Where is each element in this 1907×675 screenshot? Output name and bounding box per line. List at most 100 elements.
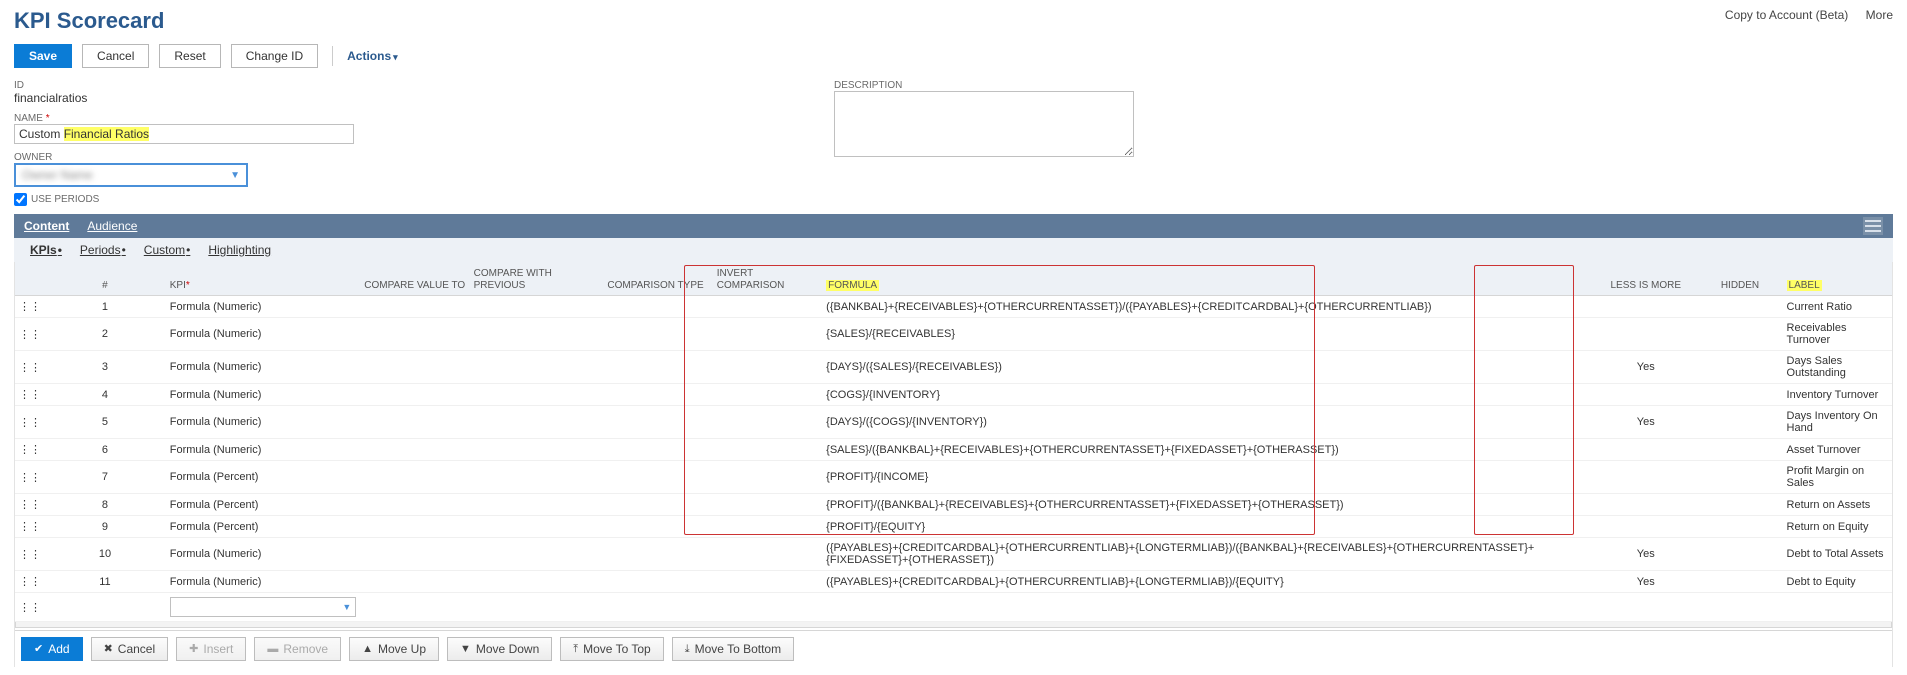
insert-row-button[interactable]: ✚Insert bbox=[176, 637, 246, 661]
row-comparison-type bbox=[603, 494, 712, 516]
row-label: Debt to Total Assets bbox=[1783, 538, 1892, 571]
table-row[interactable]: ⋮⋮6Formula (Numeric){SALES}/({BANKBAL}+{… bbox=[15, 439, 1892, 461]
reset-button[interactable]: Reset bbox=[159, 44, 220, 68]
panel-menu-icon[interactable] bbox=[1863, 217, 1883, 235]
row-formula: {PROFIT}/{INCOME} bbox=[822, 461, 1594, 494]
col-label[interactable]: LABEL bbox=[1783, 262, 1892, 296]
add-row-button[interactable]: ✔Add bbox=[21, 637, 83, 661]
table-row[interactable]: ⋮⋮7Formula (Percent){PROFIT}/{INCOME}Pro… bbox=[15, 461, 1892, 494]
table-row[interactable]: ⋮⋮5Formula (Numeric){DAYS}/({COGS}/{INVE… bbox=[15, 406, 1892, 439]
tab-audience[interactable]: Audience bbox=[87, 219, 137, 233]
row-formula: ({PAYABLES}+{CREDITCARDBAL}+{OTHERCURREN… bbox=[822, 538, 1594, 571]
minus-icon: ▬ bbox=[267, 644, 278, 655]
row-compare-with-previous bbox=[470, 461, 604, 494]
use-periods-checkbox[interactable] bbox=[14, 193, 27, 206]
row-comparison-type bbox=[603, 571, 712, 593]
row-compare-value-to bbox=[360, 516, 469, 538]
row-hidden bbox=[1697, 516, 1782, 538]
row-hidden bbox=[1697, 406, 1782, 439]
tabs-bar: Content Audience bbox=[14, 214, 1893, 238]
row-hidden bbox=[1697, 538, 1782, 571]
description-textarea[interactable] bbox=[834, 91, 1134, 157]
drag-handle-icon[interactable]: ⋮⋮ bbox=[15, 461, 44, 494]
row-invert-comparison bbox=[713, 439, 822, 461]
tab-content[interactable]: Content bbox=[24, 219, 69, 233]
row-comparison-type bbox=[603, 351, 712, 384]
row-invert-comparison bbox=[713, 384, 822, 406]
cancel-row-button[interactable]: ✖Cancel bbox=[91, 637, 169, 661]
col-number[interactable]: # bbox=[44, 262, 166, 296]
col-compare-value-to[interactable]: COMPARE VALUE TO bbox=[360, 262, 469, 296]
row-number: 9 bbox=[44, 516, 166, 538]
drag-handle-icon[interactable]: ⋮⋮ bbox=[15, 494, 44, 516]
table-row[interactable]: ⋮⋮4Formula (Numeric){COGS}/{INVENTORY}In… bbox=[15, 384, 1892, 406]
row-invert-comparison bbox=[713, 296, 822, 318]
arrow-bottom-icon: ⤓ bbox=[685, 644, 690, 655]
drag-handle-icon[interactable]: ⋮⋮ bbox=[15, 406, 44, 439]
move-to-bottom-button[interactable]: ⤓Move To Bottom bbox=[672, 637, 794, 661]
col-hidden[interactable]: HIDDEN bbox=[1697, 262, 1782, 296]
row-compare-with-previous bbox=[470, 384, 604, 406]
copy-to-account-link[interactable]: Copy to Account (Beta) bbox=[1725, 8, 1848, 22]
name-label: NAME * bbox=[14, 113, 774, 124]
subtab-highlighting[interactable]: Highlighting bbox=[208, 243, 271, 257]
subtab-custom[interactable]: Custom• bbox=[144, 243, 191, 257]
new-row-kpi-select[interactable]: ▼ bbox=[170, 597, 357, 617]
row-hidden bbox=[1697, 461, 1782, 494]
move-to-top-button[interactable]: ⤒Move To Top bbox=[560, 637, 663, 661]
move-down-button[interactable]: ▼Move Down bbox=[447, 637, 552, 661]
row-less-is-more bbox=[1594, 296, 1697, 318]
subtab-periods[interactable]: Periods• bbox=[80, 243, 126, 257]
subtab-kpis[interactable]: KPIs• bbox=[30, 243, 62, 257]
drag-handle-icon[interactable]: ⋮⋮ bbox=[15, 439, 44, 461]
drag-handle-icon[interactable]: ⋮⋮ bbox=[15, 571, 44, 593]
row-formula: {SALES}/{RECEIVABLES} bbox=[822, 318, 1594, 351]
drag-handle-icon[interactable]: ⋮⋮ bbox=[15, 538, 44, 571]
drag-handle-icon[interactable]: ⋮⋮ bbox=[15, 318, 44, 351]
move-up-button[interactable]: ▲Move Up bbox=[349, 637, 439, 661]
name-input[interactable]: Custom Financial Ratios bbox=[14, 124, 354, 144]
plus-icon: ✚ bbox=[189, 644, 198, 655]
row-compare-value-to bbox=[360, 318, 469, 351]
table-row[interactable]: ⋮⋮3Formula (Numeric){DAYS}/({SALES}/{REC… bbox=[15, 351, 1892, 384]
drag-handle-icon[interactable]: ⋮⋮ bbox=[15, 593, 44, 622]
row-formula: {COGS}/{INVENTORY} bbox=[822, 384, 1594, 406]
new-row[interactable]: ⋮⋮ ▼ bbox=[15, 593, 1892, 622]
col-kpi[interactable]: KPI* bbox=[166, 262, 361, 296]
owner-label: OWNER bbox=[14, 152, 774, 163]
row-comparison-type bbox=[603, 384, 712, 406]
remove-row-button[interactable]: ▬Remove bbox=[254, 637, 341, 661]
table-row[interactable]: ⋮⋮11Formula (Numeric)({PAYABLES}+{CREDIT… bbox=[15, 571, 1892, 593]
arrow-top-icon: ⤒ bbox=[573, 644, 578, 655]
drag-handle-icon[interactable]: ⋮⋮ bbox=[15, 516, 44, 538]
col-invert-comparison[interactable]: INVERT COMPARISON bbox=[713, 262, 822, 296]
more-link[interactable]: More bbox=[1866, 8, 1893, 22]
row-compare-with-previous bbox=[470, 494, 604, 516]
table-row[interactable]: ⋮⋮10Formula (Numeric)({PAYABLES}+{CREDIT… bbox=[15, 538, 1892, 571]
drag-handle-icon[interactable]: ⋮⋮ bbox=[15, 351, 44, 384]
save-button[interactable]: Save bbox=[14, 44, 72, 68]
col-comparison-type[interactable]: COMPARISON TYPE bbox=[603, 262, 712, 296]
cancel-button[interactable]: Cancel bbox=[82, 44, 149, 68]
actions-menu[interactable]: Actions▾ bbox=[347, 49, 398, 63]
table-row[interactable]: ⋮⋮8Formula (Percent){PROFIT}/({BANKBAL}+… bbox=[15, 494, 1892, 516]
owner-select[interactable]: Owner Name ▼ bbox=[14, 163, 248, 187]
drag-handle-icon[interactable]: ⋮⋮ bbox=[15, 384, 44, 406]
row-hidden bbox=[1697, 318, 1782, 351]
id-value: financialratios bbox=[14, 91, 774, 105]
row-comparison-type bbox=[603, 439, 712, 461]
drag-handle-icon[interactable]: ⋮⋮ bbox=[15, 296, 44, 318]
row-number: 7 bbox=[44, 461, 166, 494]
table-row[interactable]: ⋮⋮2Formula (Numeric){SALES}/{RECEIVABLES… bbox=[15, 318, 1892, 351]
col-less-is-more[interactable]: LESS IS MORE bbox=[1594, 262, 1697, 296]
col-formula[interactable]: FORMULA bbox=[822, 262, 1594, 296]
col-compare-with-previous[interactable]: COMPARE WITH PREVIOUS bbox=[470, 262, 604, 296]
horizontal-scrollbar[interactable] bbox=[15, 622, 1892, 628]
table-row[interactable]: ⋮⋮9Formula (Percent){PROFIT}/{EQUITY}Ret… bbox=[15, 516, 1892, 538]
table-row[interactable]: ⋮⋮1Formula (Numeric)({BANKBAL}+{RECEIVAB… bbox=[15, 296, 1892, 318]
row-compare-with-previous bbox=[470, 538, 604, 571]
arrow-up-icon: ▲ bbox=[362, 644, 373, 655]
row-invert-comparison bbox=[713, 461, 822, 494]
row-compare-with-previous bbox=[470, 516, 604, 538]
change-id-button[interactable]: Change ID bbox=[231, 44, 318, 68]
